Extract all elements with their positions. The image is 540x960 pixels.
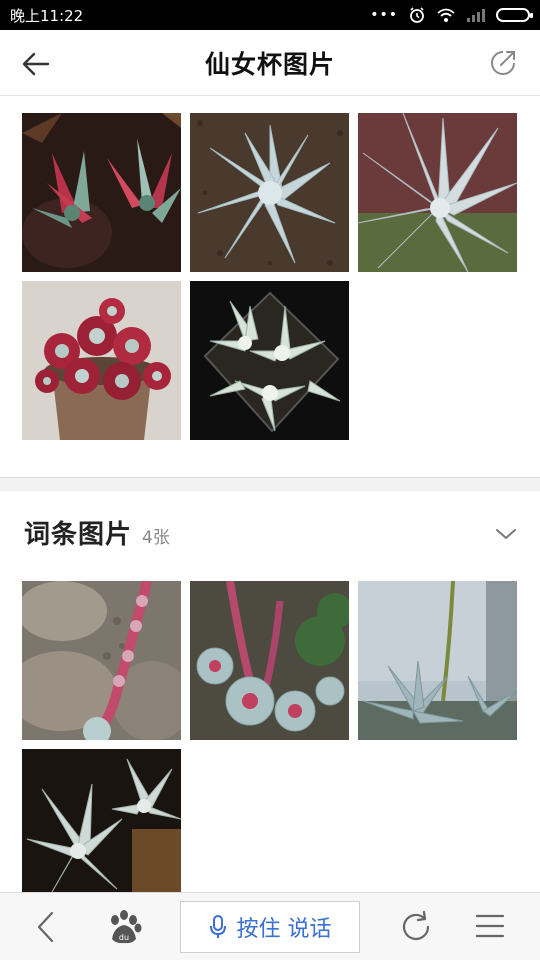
photo-thumbnail-8[interactable] bbox=[358, 581, 517, 740]
refresh-icon[interactable] bbox=[398, 909, 434, 945]
photo-thumbnail-3[interactable] bbox=[358, 113, 517, 272]
status-icons: ••• bbox=[370, 6, 533, 24]
succulent-photo-3 bbox=[358, 113, 517, 272]
photo-thumbnail-9[interactable] bbox=[22, 749, 181, 892]
signal-icon bbox=[467, 9, 485, 22]
status-time: 晚上11:22 bbox=[10, 6, 84, 25]
section-divider bbox=[0, 477, 540, 491]
voice-button-label: 按住 说话 bbox=[236, 917, 332, 942]
section-title: 词条图片 bbox=[24, 520, 133, 550]
photo-thumbnail-2[interactable] bbox=[190, 113, 349, 272]
succulent-photo-2 bbox=[190, 113, 349, 272]
succulent-photo-4 bbox=[22, 281, 181, 440]
alarm-icon bbox=[410, 7, 424, 23]
status-bar: 晚上11:22 ••• bbox=[0, 0, 540, 30]
photo-thumbnail-1[interactable] bbox=[22, 113, 181, 272]
wifi-icon bbox=[437, 8, 455, 22]
section-count: 4张 bbox=[142, 528, 170, 548]
voice-input-button[interactable]: 按住 说话 bbox=[180, 901, 360, 953]
succulent-photo-9 bbox=[22, 749, 181, 892]
photo-thumbnail-4[interactable] bbox=[22, 281, 181, 440]
menu-icon[interactable] bbox=[474, 911, 506, 941]
succulent-photo-5 bbox=[190, 281, 349, 440]
notification-dots-icon: ••• bbox=[370, 7, 398, 23]
succulent-photo-6 bbox=[22, 581, 181, 740]
photo-thumbnail-6[interactable] bbox=[22, 581, 181, 740]
succulent-photo-1 bbox=[22, 113, 181, 272]
microphone-icon bbox=[209, 915, 226, 938]
baidu-paw-icon[interactable]: du bbox=[104, 909, 144, 945]
succulent-photo-7 bbox=[190, 581, 349, 740]
section-header: 词条图片 4张 bbox=[24, 514, 170, 551]
photo-thumbnail-7[interactable] bbox=[190, 581, 349, 740]
share-icon[interactable] bbox=[488, 48, 518, 78]
succulent-photo-8 bbox=[358, 581, 517, 740]
photo-thumbnail-5[interactable] bbox=[190, 281, 349, 440]
bottom-toolbar: du 按住 说话 bbox=[0, 892, 540, 960]
page-title: 仙女杯图片 bbox=[204, 49, 335, 79]
chevron-left-icon[interactable] bbox=[32, 909, 60, 945]
chevron-down-icon[interactable] bbox=[494, 522, 518, 546]
svg-text:du: du bbox=[119, 933, 129, 942]
header-bar: 仙女杯图片 bbox=[0, 30, 540, 96]
back-arrow-icon[interactable] bbox=[20, 48, 52, 80]
battery-icon bbox=[496, 8, 533, 22]
